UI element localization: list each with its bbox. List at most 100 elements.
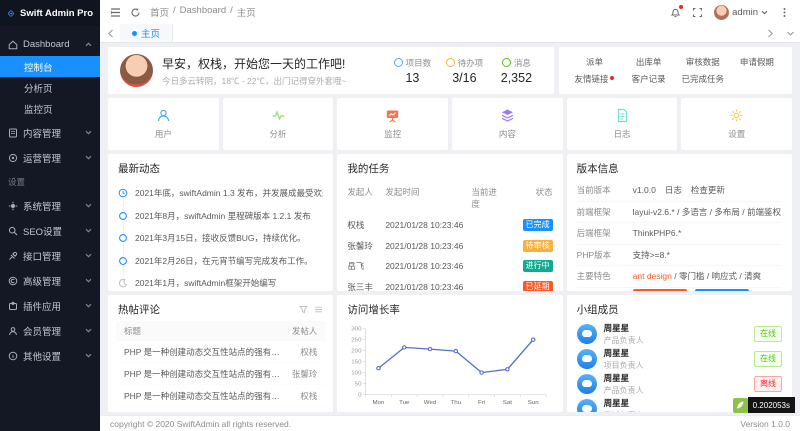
sidebar-item-other-settings[interactable]: 其他设置 — [0, 344, 100, 367]
sidebar-item-console[interactable]: 控制台 — [0, 56, 100, 77]
list-item[interactable]: PHP 是一种创建动态交互性站点的强有力的服务器端脚本语言 张馨玲 — [116, 363, 325, 385]
version-text: Version 1.0.0 — [740, 419, 790, 429]
sidebar-item-monitor[interactable]: 监控页 — [0, 98, 100, 119]
tab-home[interactable]: 主页 — [120, 24, 173, 42]
member-role: 测试负责人 — [604, 410, 747, 413]
more-vertical-icon[interactable] — [779, 7, 790, 18]
main-area: 首页 / Dashboard / 主页 admin — [100, 0, 800, 431]
sidebar-item-advanced-mgmt[interactable]: 高级管理 — [0, 269, 100, 292]
sidebar-item-label: 会员管理 — [23, 324, 61, 338]
task-owner: 张三丰 — [347, 281, 385, 291]
quick-link[interactable]: 申请假期 — [730, 56, 784, 68]
shortcut-users[interactable]: 用户 — [108, 98, 219, 150]
table-row[interactable]: 岳飞 2021/01/28 10:23:46 进行中 — [347, 256, 552, 277]
notifications-bell-icon[interactable] — [670, 7, 681, 18]
sidebar-item-label: 其他设置 — [23, 349, 61, 363]
frontend-value: layui-v2.6.* / 多语言 / 多布局 / 前端鉴权 — [633, 206, 781, 218]
sidebar-item-system-mgmt[interactable]: 系统管理 — [0, 194, 100, 217]
tabs-menu-icon[interactable] — [780, 24, 800, 42]
breadcrumb-home[interactable]: 首页 — [150, 5, 169, 19]
debug-trace-bar[interactable]: 0.202053s — [733, 397, 795, 413]
list-item[interactable]: PHP 是一种创建动态交互性站点的强有力的服务器端脚本语言 权栈 — [116, 341, 325, 363]
shortcut-analysis[interactable]: 分析 — [223, 98, 334, 150]
table-row[interactable]: 权栈 2021/01/28 10:23:46 已完成 — [347, 215, 552, 236]
app-logo[interactable]: Swift Admin Pro — [0, 0, 100, 26]
get-license-button[interactable]: 获取授权 — [633, 289, 687, 291]
status-badge: 离线 — [754, 376, 782, 392]
list-item[interactable]: 周星星产品负责人 离线 — [577, 371, 782, 396]
tab-active-dot — [132, 31, 137, 36]
panel-title: 我的任务 — [337, 154, 562, 180]
footer: copyright © 2020 SwiftAdmin all rights r… — [100, 415, 800, 431]
shortcut-row: 用户 分析 监控 内容 日志 设置 — [108, 98, 792, 150]
member-avatar — [577, 349, 597, 369]
shortcut-content[interactable]: 内容 — [452, 98, 563, 150]
sidebar-item-plugins[interactable]: 插件应用 — [0, 294, 100, 317]
filter-icon[interactable] — [299, 305, 308, 314]
download-button[interactable]: 立即下载 — [695, 289, 749, 291]
check-update-link[interactable]: 检查更新 — [691, 184, 725, 196]
changelog-link[interactable]: 日志 — [665, 184, 682, 196]
table-row[interactable]: 张三丰 2021/01/28 10:23:46 已延期 — [347, 277, 552, 292]
status-badge: 进行中 — [523, 260, 553, 272]
quick-link[interactable]: 客户记录 — [622, 73, 676, 85]
activity-item: 2021年3月15日，接收反馈BUG，持续优化。 — [118, 227, 323, 250]
tab-label: 主页 — [141, 26, 160, 40]
quick-link[interactable]: 派单 — [567, 56, 621, 68]
tabs-scroll-right-icon[interactable] — [760, 24, 780, 42]
sidebar-item-analysis[interactable]: 分析页 — [0, 77, 100, 98]
thinkphp-leaf-icon — [733, 398, 748, 413]
chevron-down-icon — [85, 277, 92, 284]
sidebar-item-content-mgmt[interactable]: 内容管理 — [0, 121, 100, 144]
shortcut-label: 日志 — [614, 128, 631, 140]
clock-icon — [118, 188, 128, 198]
sidebar-item-dashboard[interactable]: Dashboard — [0, 33, 100, 56]
column-header: 状态 — [515, 186, 553, 210]
breadcrumb-separator: / — [230, 5, 233, 19]
status-badge: 在线 — [754, 326, 782, 342]
quick-link[interactable]: 审核数据 — [676, 56, 730, 68]
user-menu[interactable]: admin — [714, 5, 768, 20]
quick-link-with-badge[interactable]: 友情链接 — [567, 73, 621, 85]
table-row[interactable]: 张馨玲 2021/01/28 10:23:46 待审核 — [347, 236, 552, 257]
list-item[interactable]: PHP 是一种创建动态交互性站点的强有力的服务器端脚本语言 权栈 — [116, 385, 325, 407]
more-menu-icon[interactable] — [314, 305, 323, 314]
shortcut-monitor[interactable]: 监控 — [337, 98, 448, 150]
member-role: 产品负责人 — [604, 335, 747, 346]
sidebar-item-operation-mgmt[interactable]: 运营管理 — [0, 146, 100, 169]
new-badge-dot — [610, 76, 614, 80]
member-avatar — [577, 399, 597, 413]
member-name: 周星星 — [604, 347, 747, 359]
collapse-menu-icon[interactable] — [110, 7, 121, 18]
quick-link[interactable]: 出库单 — [622, 56, 676, 68]
quick-link[interactable]: 已完成任务 — [676, 73, 730, 85]
svg-text:Sun: Sun — [528, 400, 539, 406]
sidebar: Swift Admin Pro Dashboard 控制台 分析页 监控页 内容… — [0, 0, 100, 431]
fullscreen-icon[interactable] — [692, 7, 703, 18]
sidebar-item-member-mgmt[interactable]: 会员管理 — [0, 319, 100, 342]
breadcrumb-dashboard[interactable]: Dashboard — [180, 5, 226, 19]
sidebar-item-label: 内容管理 — [23, 126, 61, 140]
version-row-channel: 获取渠道 获取授权 立即下载 — [577, 288, 782, 292]
shortcut-settings[interactable]: 设置 — [681, 98, 792, 150]
presentation-icon — [385, 108, 400, 123]
version-row-current: 当前版本 v1.0.0 日志 检查更新 — [577, 180, 782, 202]
list-item[interactable]: 周星星项目负责人 在线 — [577, 346, 782, 371]
tabs-scroll-left-icon[interactable] — [100, 24, 120, 42]
weather-subtitle: 今日多云转阴，18℃ - 22℃，出门记得穿外套哦~ — [162, 75, 346, 87]
svg-text:50: 50 — [355, 382, 363, 388]
list-item[interactable]: PHP 是一种创建动态交互性站点的强有力的服务器端脚本语言 张馨玲 — [116, 407, 325, 412]
stat-value: 2,352 — [496, 71, 536, 85]
sidebar-item-seo-settings[interactable]: SEO设置 — [0, 219, 100, 242]
file-icon — [615, 108, 630, 123]
list-item[interactable]: 周星星产品负责人 在线 — [577, 321, 782, 346]
shortcut-logs[interactable]: 日志 — [567, 98, 678, 150]
sidebar-item-api-mgmt[interactable]: 接口管理 — [0, 244, 100, 267]
sidebar-item-label: 分析页 — [24, 81, 53, 95]
task-owner: 岳飞 — [347, 260, 385, 272]
top-navbar: 首页 / Dashboard / 主页 admin — [100, 0, 800, 24]
comments-header-row: 标题 发帖人 — [116, 321, 325, 341]
task-owner: 张馨玲 — [347, 240, 385, 252]
version-row-features: 主要特色 ant design / 零门槛 / 响应式 / 清爽 — [577, 266, 782, 288]
refresh-icon[interactable] — [130, 7, 141, 18]
